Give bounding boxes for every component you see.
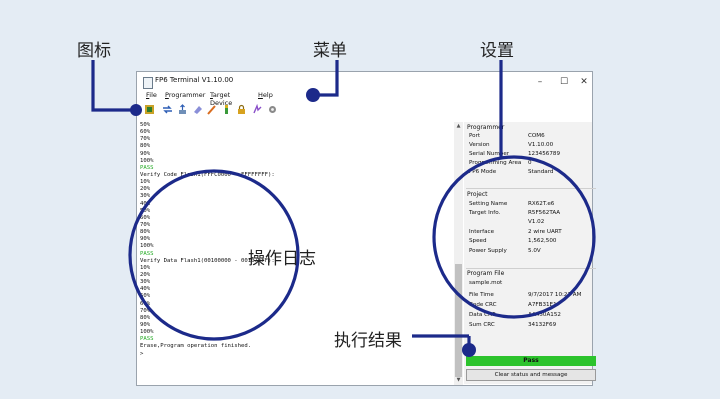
- project-target-version: V1.02: [528, 219, 545, 225]
- project-setting-label: Setting Name: [469, 201, 508, 207]
- code-crc-label: Code CRC: [469, 302, 497, 308]
- data-crc-label: Data CRC: [469, 312, 496, 318]
- terminal-scrollbar[interactable]: ▲ ▼: [454, 122, 463, 385]
- terminal-line: 50%: [140, 122, 151, 128]
- terminal-line: 100%: [140, 157, 154, 164]
- programmer-port-label: Port: [469, 133, 481, 139]
- clear-status-button-label: Clear status and message: [494, 372, 568, 378]
- project-power-value: 5.0V: [528, 248, 541, 254]
- program-icon[interactable]: [252, 103, 263, 115]
- terminal-line: 70%: [140, 221, 151, 228]
- terminal-line: 30%: [140, 279, 151, 286]
- close-button[interactable]: ✕: [573, 74, 595, 90]
- programmer-area-label: Programming Area: [469, 160, 522, 166]
- file-time-label: File Time: [469, 292, 494, 298]
- project-setting-value: RX62T.e6: [528, 201, 555, 207]
- terminal-line: 70%: [140, 307, 151, 314]
- terminal-line: 20%: [140, 271, 151, 278]
- programmer-serial-label: Serial Number: [469, 151, 510, 157]
- callout-icons: 图标: [77, 41, 111, 61]
- project-interface-value: 2 wire UART: [528, 229, 562, 235]
- terminal-line: 20%: [140, 186, 151, 193]
- terminal-line: PASS: [140, 164, 154, 171]
- program-filename: sample.mot: [469, 280, 503, 286]
- scroll-down-arrow[interactable]: ▼: [454, 377, 463, 383]
- programmer-serial-value: 123456789: [528, 151, 561, 157]
- callout-menu: 菜单: [313, 41, 347, 61]
- settings-icon[interactable]: [267, 104, 278, 115]
- scroll-thumb[interactable]: [455, 264, 462, 377]
- menu-help[interactable]: Help: [258, 91, 273, 99]
- group-title-project: Project: [467, 191, 488, 198]
- terminal-line: 90%: [140, 236, 151, 243]
- terminal-line: 100%: [140, 329, 154, 336]
- programmer-version-value: V1.10.00: [528, 142, 554, 148]
- file-time-value: 9/7/2017 10:23 AM: [528, 292, 582, 298]
- group-divider: [466, 268, 596, 269]
- programmer-area-value: 0: [528, 160, 532, 166]
- sum-crc-value: 34132F69: [528, 322, 557, 328]
- status-pass-bar: Pass: [466, 356, 596, 366]
- toolbar: [137, 103, 592, 117]
- connect-icon[interactable]: [144, 104, 155, 115]
- menu-file[interactable]: File: [146, 91, 157, 99]
- terminal-line: 70%: [140, 136, 151, 143]
- group-divider: [466, 188, 596, 189]
- terminal-line: 60%: [140, 214, 151, 221]
- write-icon[interactable]: [206, 104, 217, 115]
- project-power-label: Power Supply: [469, 248, 507, 254]
- terminal-line: PASS: [140, 336, 154, 343]
- terminal-line: 60%: [140, 129, 151, 136]
- lock-icon[interactable]: [236, 104, 247, 115]
- menu-programmer[interactable]: Programmer: [165, 91, 205, 99]
- project-interface-label: Interface: [469, 229, 495, 235]
- terminal-line: 40%: [140, 286, 151, 293]
- terminal-line: 80%: [140, 229, 151, 236]
- transfer-icon[interactable]: [162, 104, 173, 115]
- terminal-line: 50%: [140, 207, 151, 214]
- group-title-program-file: Program File: [467, 270, 505, 277]
- terminal-line: 10%: [140, 179, 151, 186]
- terminal-line: >: [140, 350, 144, 357]
- scroll-up-arrow[interactable]: ▲: [454, 123, 463, 129]
- project-target-value: R5F562TAA: [528, 210, 561, 216]
- terminal-line: 30%: [140, 193, 151, 200]
- verify-icon[interactable]: [221, 104, 232, 115]
- icons-callout-line: [91, 60, 136, 112]
- terminal-line: 40%: [140, 200, 151, 207]
- programmer-mode-label: FP6 Mode: [469, 169, 497, 175]
- terminal-line: 90%: [140, 321, 151, 328]
- programmer-port-value: COM6: [528, 133, 545, 139]
- data-crc-value: AA450A152: [528, 312, 561, 318]
- callout-settings: 设置: [480, 41, 514, 61]
- project-target-label: Target Info.: [469, 210, 501, 216]
- programmer-mode-value: Standard: [528, 169, 554, 175]
- programmer-version-label: Version: [469, 142, 490, 148]
- terminal-line: 90%: [140, 150, 151, 157]
- callout-log: 操作日志: [248, 249, 316, 269]
- status-panel: Programmer Port COM6 Version V1.10.00 Se…: [464, 122, 596, 384]
- project-speed-value: 1,562,500: [528, 238, 557, 244]
- title-bar: FP6 Terminal V1.10.00 – ☐ ✕: [137, 72, 592, 93]
- project-speed-label: Speed: [469, 238, 487, 244]
- terminal-line: Verify Code Flash1(FFFC0000 - FFFFFFFF):: [140, 171, 275, 178]
- terminal-line: 60%: [140, 300, 151, 307]
- sum-crc-label: Sum CRC: [469, 322, 495, 328]
- window-title: FP6 Terminal V1.10.00: [155, 76, 234, 84]
- code-crc-value: A7FB31E1: [528, 302, 557, 308]
- app-icon: [143, 77, 153, 89]
- erase-icon[interactable]: [192, 104, 203, 115]
- terminal-line: 80%: [140, 314, 151, 321]
- maximize-button[interactable]: ☐: [553, 74, 575, 90]
- minimize-button[interactable]: –: [529, 74, 551, 90]
- terminal-line: Erase,Program operation finished.: [140, 343, 252, 350]
- upload-icon[interactable]: [177, 104, 188, 115]
- callout-result: 执行结果: [334, 331, 402, 351]
- clear-status-button[interactable]: Clear status and message: [466, 369, 596, 381]
- group-title-programmer: Programmer: [467, 124, 505, 131]
- terminal-line: 80%: [140, 143, 151, 150]
- terminal-line: 50%: [140, 293, 151, 300]
